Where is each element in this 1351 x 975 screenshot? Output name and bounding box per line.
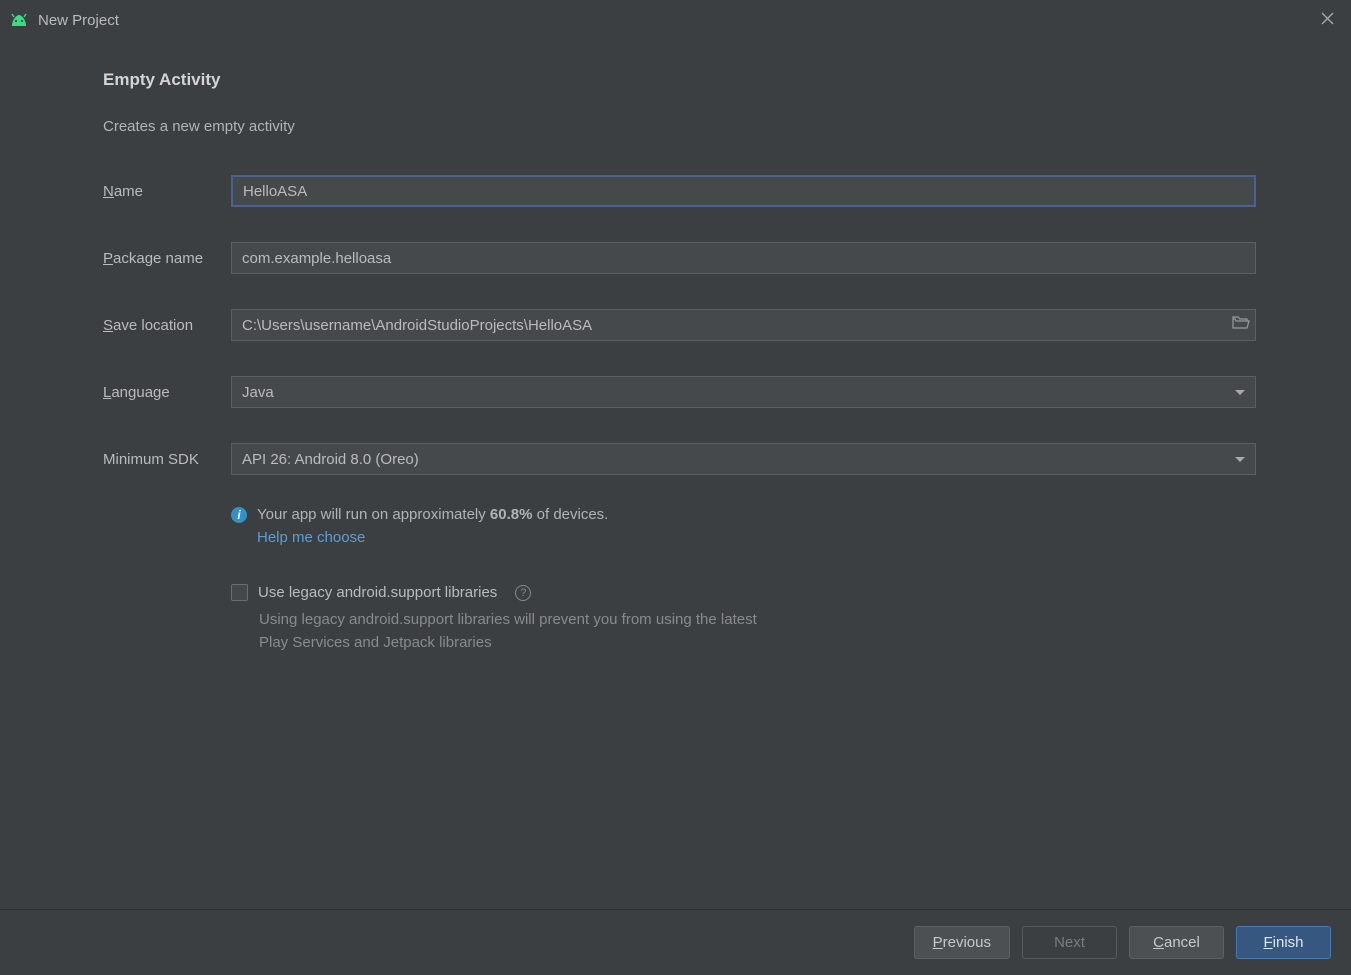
footer: Previous Next Cancel Finish [0, 909, 1351, 975]
legacy-support-label: Use legacy android.support libraries [258, 584, 497, 601]
titlebar: New Project [0, 0, 1351, 40]
legacy-block: Use legacy android.support libraries ? U… [231, 584, 1256, 654]
label-package: Package name [103, 250, 231, 267]
language-select-value: Java [242, 384, 274, 401]
save-location-input[interactable] [231, 309, 1256, 341]
page-title: Empty Activity [103, 70, 1256, 90]
label-minsdk: Minimum SDK [103, 451, 231, 468]
language-select[interactable]: Java [231, 376, 1256, 408]
sdk-info-block: i Your app will run on approximately 60.… [231, 506, 1256, 546]
cancel-button[interactable]: Cancel [1129, 926, 1224, 959]
row-package: Package name [103, 242, 1256, 274]
previous-button[interactable]: Previous [914, 926, 1010, 959]
browse-button[interactable] [1232, 316, 1250, 334]
android-logo-icon [10, 13, 28, 27]
next-button: Next [1022, 926, 1117, 959]
help-me-choose-link[interactable]: Help me choose [257, 529, 365, 546]
label-name: Name [103, 183, 231, 200]
info-icon: i [231, 507, 247, 523]
name-input[interactable] [231, 175, 1256, 207]
close-button[interactable] [1313, 12, 1341, 29]
minsdk-select-value: API 26: Android 8.0 (Oreo) [242, 451, 419, 468]
finish-button[interactable]: Finish [1236, 926, 1331, 959]
close-icon [1321, 12, 1334, 25]
row-name: Name [103, 175, 1256, 207]
package-name-input[interactable] [231, 242, 1256, 274]
legacy-support-hint: Using legacy android.support libraries w… [259, 609, 779, 654]
sdk-coverage-text: Your app will run on approximately 60.8%… [257, 506, 608, 523]
minsdk-select[interactable]: API 26: Android 8.0 (Oreo) [231, 443, 1256, 475]
legacy-support-checkbox[interactable] [231, 584, 248, 601]
page-subtitle: Creates a new empty activity [103, 118, 1256, 135]
row-minsdk: Minimum SDK API 26: Android 8.0 (Oreo) [103, 443, 1256, 475]
main-panel: Empty Activity Creates a new empty activ… [0, 40, 1351, 909]
help-icon[interactable]: ? [515, 585, 531, 601]
window-title: New Project [38, 12, 1313, 29]
chevron-down-icon [1235, 457, 1245, 462]
label-save-location: Save location [103, 317, 231, 334]
row-language: Language Java [103, 376, 1256, 408]
chevron-down-icon [1235, 390, 1245, 395]
row-save-location: Save location [103, 309, 1256, 341]
folder-icon [1232, 316, 1250, 330]
label-language: Language [103, 384, 231, 401]
